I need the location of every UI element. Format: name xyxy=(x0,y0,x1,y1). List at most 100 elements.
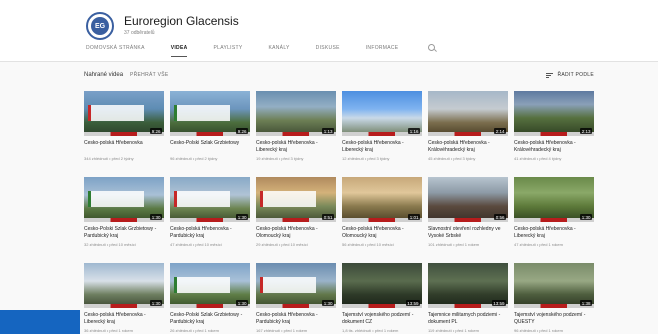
video-title[interactable]: Česko-polská Hřebenovka - Olomoucký kraj xyxy=(256,226,336,239)
video-meta: 41 zhlédnutí • před 4 týdny xyxy=(514,156,562,161)
video-duration: 9:26 xyxy=(150,128,162,134)
video-thumbnail[interactable]: 1:16 xyxy=(342,91,422,136)
videos-content: Nahrané videa PŘEHRÁT VŠE ŘADIT PODLE 9:… xyxy=(0,62,658,334)
video-title[interactable]: Česko-Polski Szlak Grzbietowy - Pardubic… xyxy=(170,312,250,325)
video-thumbnail[interactable]: 0:56 xyxy=(428,177,508,222)
video-title[interactable]: Tajemnice militarnych podziemi - dokumen… xyxy=(428,312,508,325)
video-thumbnail[interactable]: 1:30 xyxy=(514,177,594,222)
video-meta: 32 zhlédnutí • před 10 měsíci xyxy=(84,242,136,247)
video-card[interactable]: 1:30 Česko-polská Hřebenovka - Pardubický… xyxy=(170,177,250,254)
video-title[interactable]: Česko-polská Hřebenovka - Liberecký kraj xyxy=(84,312,164,325)
thumbnail-title-banner xyxy=(174,191,230,207)
video-thumbnail[interactable]: 1:30 xyxy=(170,263,250,308)
section-title: Nahrané videa xyxy=(84,72,124,78)
video-title[interactable]: Česko-polská Hřebenovka - Pardubický kra… xyxy=(170,226,250,239)
video-duration: 2:13 xyxy=(580,128,592,134)
video-meta: 36 zhlédnutí • před 1 rokem xyxy=(84,328,133,333)
video-duration: 2:14 xyxy=(494,128,506,134)
video-duration: 13:59 xyxy=(491,300,506,306)
video-duration: 0:51 xyxy=(322,214,334,220)
video-duration: 1:30 xyxy=(236,214,248,220)
tab-channels[interactable]: KANÁLY xyxy=(269,45,290,56)
channel-logo: EG xyxy=(91,17,109,35)
video-card[interactable]: 0:56 Slavnostní otevření rozhledny ve Vys… xyxy=(428,177,508,254)
video-thumbnail[interactable]: 9:26 xyxy=(84,91,164,136)
video-duration: 1:30 xyxy=(236,300,248,306)
video-thumbnail[interactable]: 1:38 xyxy=(514,263,594,308)
video-thumbnail[interactable]: 2:13 xyxy=(514,91,594,136)
video-duration: 1:01 xyxy=(408,214,420,220)
thumbnail-title-banner xyxy=(88,191,144,207)
video-meta: 47 zhlédnutí • před 10 měsíci xyxy=(170,242,222,247)
video-meta: 56 zhlédnutí • před 10 měsíci xyxy=(342,242,394,247)
section-bar: Nahrané videa PŘEHRÁT VŠE ŘADIT PODLE xyxy=(84,72,594,82)
tab-discussion[interactable]: DISKUSE xyxy=(316,45,340,56)
tab-about[interactable]: INFORMACE xyxy=(366,45,399,56)
video-thumbnail[interactable]: 9:26 xyxy=(170,91,250,136)
video-meta: 101 zhlédnutí • před 1 rokem xyxy=(428,242,480,247)
video-card[interactable]: 2:14 Česko-polská Hřebenovka - Královéhra… xyxy=(428,91,508,168)
video-card[interactable]: 1:30 Česko-polská Hřebenovka - Liberecký … xyxy=(84,263,164,334)
channel-avatar[interactable]: EG xyxy=(86,12,114,40)
video-card[interactable]: 1:30 Česko-Polski Szlak Grzbietowy - Pard… xyxy=(170,263,250,334)
video-card[interactable]: 2:13 Česko-polská Hřebenovka - Královéhra… xyxy=(514,91,594,168)
video-title[interactable]: Česko-polská Hřebenovka - Liberecký kraj xyxy=(256,140,336,153)
video-duration: 1:13 xyxy=(322,128,334,134)
video-title[interactable]: Česko-polská Hřebenovka - Olomoucký kraj xyxy=(342,226,422,239)
video-title[interactable]: Tajemství vojenského podzemí - dokument … xyxy=(342,312,422,325)
video-meta: 12 zhlédnutí • před 3 týdny xyxy=(342,156,390,161)
sort-button[interactable]: ŘADIT PODLE xyxy=(546,72,594,78)
tab-home[interactable]: DOMOVSKÁ STRÁNKA xyxy=(86,45,145,56)
thumbnail-title-banner xyxy=(88,105,144,121)
video-thumbnail[interactable]: 1:30 xyxy=(84,177,164,222)
video-duration: 0:56 xyxy=(494,214,506,220)
video-thumbnail[interactable]: 13:59 xyxy=(342,263,422,308)
tab-videos[interactable]: VIDEA xyxy=(170,45,188,57)
video-card[interactable]: 0:51 Česko-polská Hřebenovka - Olomoucký … xyxy=(256,177,336,254)
video-card[interactable]: 1:16 Česko-polská Hřebenovka - Liberecký … xyxy=(342,91,422,168)
play-all-button[interactable]: PŘEHRÁT VŠE xyxy=(130,72,169,78)
video-card[interactable]: 1:38 Tajemství vojenského podzemí - QUEST… xyxy=(514,263,594,334)
video-title[interactable]: Česko-Polski Szlak Grzbietowy - Pardubic… xyxy=(84,226,164,239)
video-thumbnail[interactable]: 1:30 xyxy=(170,177,250,222)
video-title[interactable]: Česko-polská Hřebenovka - Pardubický kra… xyxy=(256,312,336,325)
video-duration: 13:59 xyxy=(405,300,420,306)
video-thumbnail[interactable]: 1:01 xyxy=(342,177,422,222)
video-title[interactable]: Česko-Polski Szlak Grzbietowy xyxy=(170,140,250,153)
video-thumbnail[interactable]: 0:51 xyxy=(256,177,336,222)
video-card[interactable]: 13:59 Tajemství vojenského podzemí - doku… xyxy=(342,263,422,334)
search-icon[interactable] xyxy=(428,44,436,51)
video-meta: 26 zhlédnutí • před 1 rokem xyxy=(170,328,219,333)
video-meta: 45 zhlédnutí • před 3 týdny xyxy=(428,156,476,161)
video-thumbnail[interactable]: 1:30 xyxy=(256,263,336,308)
video-thumbnail[interactable]: 2:14 xyxy=(428,91,508,136)
video-grid: 9:26 Česko-polská Hřebenovka 344 zhlédnutí… xyxy=(84,91,594,334)
thumbnail-title-banner xyxy=(174,105,230,121)
bottom-overlay xyxy=(0,310,80,334)
video-title[interactable]: Česko-polská Hřebenovka - Královéhradeck… xyxy=(514,140,594,153)
channel-name: Euroregion Glacensis xyxy=(124,14,239,28)
tab-playlists[interactable]: PLAYLISTY xyxy=(213,45,242,56)
video-thumbnail[interactable]: 13:59 xyxy=(428,263,508,308)
video-card[interactable]: 1:30 Česko-polská Hřebenovka - Pardubický… xyxy=(256,263,336,334)
video-thumbnail[interactable]: 1:13 xyxy=(256,91,336,136)
video-card[interactable]: 1:30 Česko-Polski Szlak Grzbietowy - Pard… xyxy=(84,177,164,254)
subscriber-count: 37 odběratelů xyxy=(124,30,155,36)
sort-icon xyxy=(546,72,554,78)
video-meta: 96 zhlédnutí • před 2 týdny xyxy=(170,156,218,161)
video-title[interactable]: Tajemství vojenského podzemí - QUESTY xyxy=(514,312,594,325)
video-card[interactable]: 9:26 Česko-polská Hřebenovka 344 zhlédnutí… xyxy=(84,91,164,168)
video-title[interactable]: Česko-polská Hřebenovka - Liberecký kraj xyxy=(342,140,422,153)
thumbnail-title-banner xyxy=(260,191,316,207)
video-card[interactable]: 1:01 Česko-polská Hřebenovka - Olomoucký … xyxy=(342,177,422,254)
video-title[interactable]: Česko-polská Hřebenovka xyxy=(84,140,164,153)
video-thumbnail[interactable]: 1:30 xyxy=(84,263,164,308)
video-title[interactable]: Česko-polská Hřebenovka - Královéhradeck… xyxy=(428,140,508,153)
video-title[interactable]: Česko-polská Hřebenovka - Liberecký kraj xyxy=(514,226,594,239)
video-duration: 1:16 xyxy=(408,128,420,134)
video-title[interactable]: Slavnostní otevření rozhledny ve Vysoké … xyxy=(428,226,508,239)
video-card[interactable]: 9:26 Česko-Polski Szlak Grzbietowy 96 zhlé… xyxy=(170,91,250,168)
video-card[interactable]: 13:59 Tajemnice militarnych podziemi - do… xyxy=(428,263,508,334)
video-card[interactable]: 1:13 Česko-polská Hřebenovka - Liberecký … xyxy=(256,91,336,168)
video-card[interactable]: 1:30 Česko-polská Hřebenovka - Liberecký … xyxy=(514,177,594,254)
